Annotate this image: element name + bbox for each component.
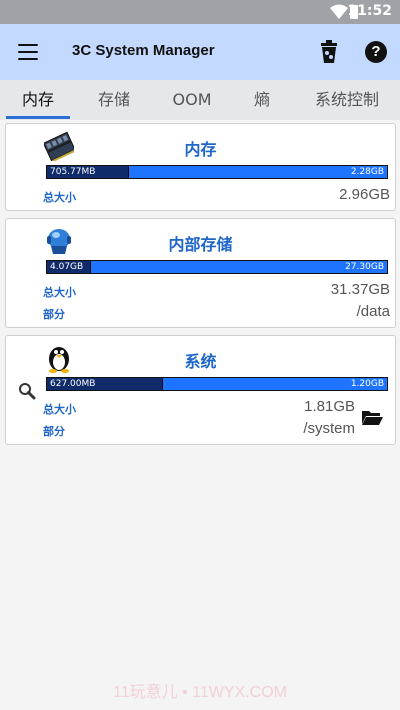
- system-card[interactable]: 系统 627.00MB 1.20GB 总大小 1.81GB 部分 /system: [5, 335, 396, 445]
- watermark: 11玩意儿 • 11WYX.COM: [113, 684, 287, 701]
- tab-storage[interactable]: 存储: [82, 80, 146, 120]
- internal-storage-free-label: 27.30GB: [345, 262, 384, 272]
- memory-card[interactable]: 内存 705.77MB 2.28GB 总大小 2.96GB: [5, 123, 396, 211]
- memory-total-label: 总大小: [43, 191, 76, 204]
- status-time: 11:52: [347, 3, 392, 19]
- tab-indicator: [6, 116, 70, 119]
- help-icon[interactable]: ?: [365, 41, 387, 63]
- folder-open-icon[interactable]: [361, 408, 383, 426]
- internal-storage-partition-value: /data: [356, 303, 390, 320]
- tab-memory[interactable]: 内存: [6, 80, 70, 120]
- internal-storage-total-label: 总大小: [43, 286, 76, 299]
- system-free-label: 1.20GB: [350, 379, 384, 389]
- tab-entropy[interactable]: 熵: [234, 80, 290, 120]
- status-bar: 11:52: [0, 0, 400, 24]
- app-bar: 3C System Manager ?: [0, 24, 400, 80]
- internal-storage-partition-label: 部分: [43, 308, 65, 321]
- wifi-icon: [330, 4, 348, 19]
- tab-oom[interactable]: OOM: [160, 80, 224, 120]
- system-title: 系统: [184, 352, 217, 371]
- system-partition-label: 部分: [43, 425, 65, 438]
- internal-storage-used-label: 4.07GB: [50, 262, 84, 272]
- system-used-label: 627.00MB: [50, 379, 96, 389]
- system-total-value: 1.81GB: [304, 398, 355, 415]
- internal-storage-title: 内部存储: [168, 235, 233, 254]
- system-partition-value: /system: [303, 420, 355, 437]
- internal-storage-total-value: 31.37GB: [330, 281, 390, 298]
- system-usage-bar: 627.00MB 1.20GB: [46, 377, 388, 391]
- clean-trash-icon[interactable]: [318, 40, 340, 64]
- memory-total-value: 2.96GB: [339, 186, 390, 203]
- internal-storage-card[interactable]: 内部存储 4.07GB 27.30GB 总大小 31.37GB 部分 /data: [5, 218, 396, 328]
- memory-title: 内存: [184, 140, 217, 159]
- memory-used-label: 705.77MB: [50, 167, 96, 177]
- internal-storage-usage-bar: 4.07GB 27.30GB: [46, 260, 388, 274]
- memory-free-label: 2.28GB: [350, 167, 384, 177]
- system-total-label: 总大小: [43, 403, 76, 416]
- search-icon[interactable]: [18, 382, 36, 400]
- app-title: 3C System Manager: [72, 42, 215, 59]
- tab-system-control[interactable]: 系统控制: [304, 80, 390, 120]
- menu-icon[interactable]: [18, 44, 38, 60]
- tab-bar: 内存 存储 OOM 熵 系统控制: [0, 80, 400, 120]
- memory-usage-bar: 705.77MB 2.28GB: [46, 165, 388, 179]
